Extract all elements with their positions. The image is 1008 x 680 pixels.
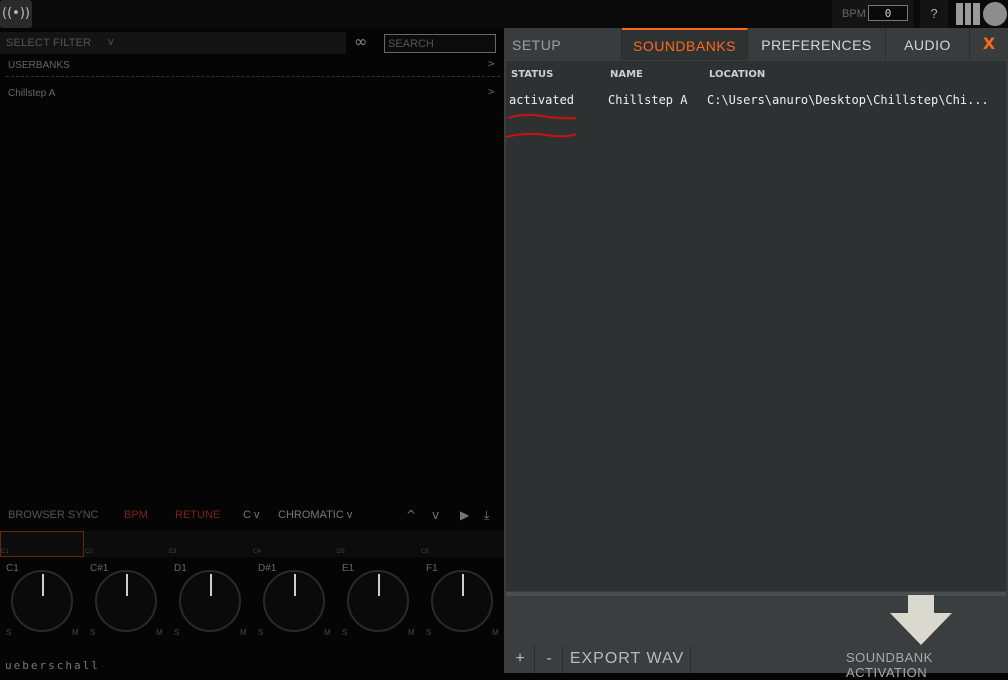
- tab-audio[interactable]: AUDIO: [886, 28, 970, 60]
- knob-label: C1: [6, 563, 19, 574]
- solo-button[interactable]: S: [174, 628, 179, 637]
- divider: [6, 76, 500, 77]
- remove-button[interactable]: -: [536, 645, 563, 673]
- cell-status[interactable]: activated: [509, 93, 574, 107]
- knob-label: F1: [426, 563, 438, 574]
- browser-panel: [0, 28, 504, 673]
- mute-button[interactable]: M: [408, 628, 415, 637]
- tab-preferences[interactable]: PREFERENCES: [748, 28, 886, 60]
- help-button[interactable]: ?: [920, 0, 948, 28]
- chevron-right-icon[interactable]: >: [488, 85, 495, 98]
- key-slot-label: C6: [421, 549, 429, 555]
- mute-button[interactable]: M: [240, 628, 247, 637]
- pitch-knob[interactable]: [347, 570, 409, 632]
- list-item-chillstep[interactable]: Chillstep A: [8, 88, 55, 99]
- solo-button[interactable]: S: [6, 628, 11, 637]
- column-header-name[interactable]: NAME: [610, 69, 643, 80]
- play-icon[interactable]: ▶: [460, 508, 469, 522]
- broadcast-icon[interactable]: ((•)): [0, 0, 32, 28]
- knob-label: E1: [342, 563, 355, 574]
- mute-button[interactable]: M: [72, 628, 79, 637]
- filter-label: SELECT FILTER: [6, 37, 92, 49]
- arrow-down-icon: [890, 595, 952, 645]
- key-slot-label: C4: [253, 549, 261, 555]
- key-slot-label: E3: [169, 549, 177, 555]
- bpm-input[interactable]: 0: [868, 5, 908, 21]
- column-header-location[interactable]: LOCATION: [709, 69, 765, 80]
- knob-label: D1: [174, 563, 187, 574]
- key-select[interactable]: C v: [243, 509, 260, 521]
- key-slot-label: C1: [1, 549, 9, 555]
- browser-sync-toggle[interactable]: BROWSER SYNC: [8, 509, 98, 521]
- download-icon[interactable]: ⤓: [484, 508, 489, 523]
- pitch-knob[interactable]: [179, 570, 241, 632]
- knob-label: C#1: [90, 563, 109, 574]
- solo-button[interactable]: S: [342, 628, 347, 637]
- mute-button[interactable]: M: [492, 628, 499, 637]
- solo-button[interactable]: S: [90, 628, 95, 637]
- chevron-up-icon[interactable]: ^: [406, 508, 416, 522]
- key-slot-label: C2: [85, 549, 93, 555]
- pitch-knob[interactable]: [95, 570, 157, 632]
- tab-soundbanks[interactable]: SOUNDBANKS: [622, 28, 748, 60]
- cell-name[interactable]: Chillstep A: [608, 93, 687, 107]
- bpm-toggle[interactable]: BPM: [124, 509, 148, 521]
- mute-button[interactable]: M: [156, 628, 163, 637]
- chevron-down-icon[interactable]: v: [432, 508, 439, 522]
- retune-toggle[interactable]: RETUNE: [175, 509, 220, 521]
- logo-bars-icon: [956, 3, 981, 25]
- chevron-right-icon[interactable]: >: [488, 57, 495, 70]
- search-input[interactable]: [384, 34, 496, 53]
- column-header-status[interactable]: STATUS: [511, 69, 553, 80]
- red-underline-annotation: [505, 113, 577, 138]
- soundbank-activation-button[interactable]: SOUNDBANK ACTIVATION: [846, 650, 1008, 680]
- export-wav-button[interactable]: EXPORT WAV: [564, 645, 691, 673]
- pitch-knob[interactable]: [11, 570, 73, 632]
- key-slot-label: D5: [337, 549, 345, 555]
- logo-circle-icon: [983, 2, 1007, 26]
- tab-setup[interactable]: SETUP: [504, 28, 622, 60]
- key-slot-selected[interactable]: [0, 531, 84, 557]
- pitch-knob[interactable]: [263, 570, 325, 632]
- knob-label: D#1: [258, 563, 277, 574]
- close-button[interactable]: X: [970, 28, 1008, 60]
- bpm-label: BPM: [842, 8, 866, 20]
- solo-button[interactable]: S: [426, 628, 431, 637]
- add-button[interactable]: +: [506, 645, 535, 673]
- cell-location[interactable]: C:\Users\anuro\Desktop\Chillstep\Chi...: [707, 93, 989, 107]
- infinity-icon[interactable]: ∞: [354, 32, 367, 51]
- pitch-knob[interactable]: [431, 570, 493, 632]
- list-item-userbanks[interactable]: USERBANKS: [8, 60, 70, 71]
- brand-logo-text: ueberschall: [5, 659, 100, 672]
- solo-button[interactable]: S: [258, 628, 263, 637]
- chevron-down-icon[interactable]: v: [108, 36, 114, 48]
- scale-select[interactable]: CHROMATIC v: [278, 509, 352, 521]
- mute-button[interactable]: M: [324, 628, 331, 637]
